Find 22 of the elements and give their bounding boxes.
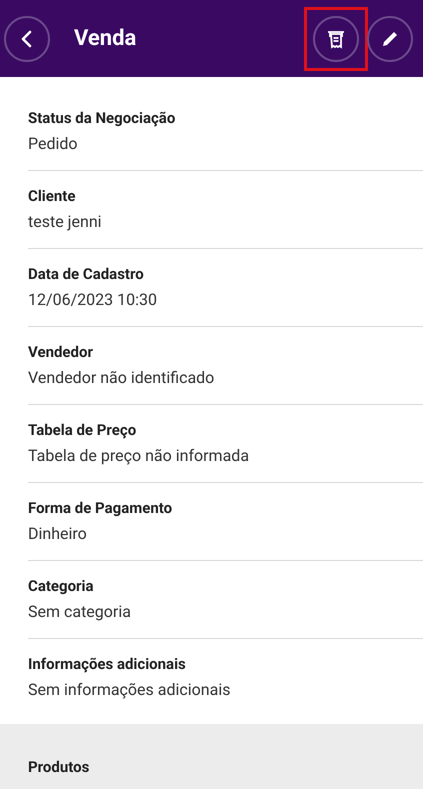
field-label: Status da Negociação <box>28 108 176 128</box>
field-value: Sem categoria <box>28 601 132 623</box>
field-value: Sem informações adicionais <box>28 679 232 701</box>
field-label: Cliente <box>28 186 76 206</box>
field-value: 12/06/2023 10:30 <box>28 289 158 311</box>
field-label: Tabela de Preço <box>28 420 138 440</box>
back-button[interactable] <box>4 16 50 62</box>
field-value: Dinheiro <box>28 523 88 545</box>
receipt-icon <box>326 28 346 48</box>
field-label: Informações adicionais <box>28 654 187 674</box>
receipt-button[interactable] <box>313 16 359 62</box>
field-label: Categoria <box>28 576 95 596</box>
field-value: Vendedor não identificado <box>28 367 216 389</box>
section-title: Produtos <box>28 756 90 778</box>
field-label: Forma de Pagamento <box>28 498 174 518</box>
screen-title: Venda <box>74 25 138 53</box>
field-value: Pedido <box>28 133 79 155</box>
field-value: Tabela de preço não informada <box>28 445 250 467</box>
field-label: Data de Cadastro <box>28 264 145 284</box>
edit-button[interactable] <box>367 16 413 62</box>
field-value: teste jenni <box>28 211 103 233</box>
field-label: Vendedor <box>28 342 94 362</box>
